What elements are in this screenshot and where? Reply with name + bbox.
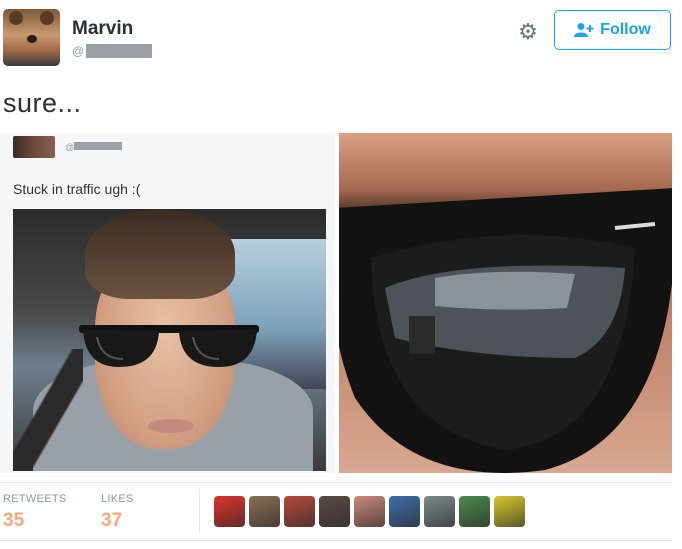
liker-avatar-9[interactable] xyxy=(494,496,525,527)
handle-redacted xyxy=(86,44,152,58)
quoted-handle-prefix: @ xyxy=(65,142,75,152)
retweets-count[interactable]: 35 xyxy=(3,510,24,532)
sunglasses-closeup xyxy=(339,188,672,473)
display-name[interactable]: Marvin xyxy=(72,18,133,40)
likers-avatars xyxy=(214,496,525,527)
liker-avatar-1[interactable] xyxy=(214,496,245,527)
retweets-label[interactable]: RETWEETS xyxy=(3,493,67,505)
user-avatar[interactable] xyxy=(3,9,60,66)
follow-label: Follow xyxy=(600,21,651,38)
liker-avatar-6[interactable] xyxy=(389,496,420,527)
media-image-left[interactable]: @ Stuck in traffic ugh :( xyxy=(0,133,335,473)
avatar-nose xyxy=(27,35,37,43)
media-image-right[interactable] xyxy=(339,133,672,473)
divider xyxy=(0,540,672,541)
liker-avatar-7[interactable] xyxy=(424,496,455,527)
handle-prefix: @ xyxy=(72,44,85,58)
lips xyxy=(148,419,194,433)
quoted-text: Stuck in traffic ugh :( xyxy=(13,181,141,197)
quoted-handle-redacted xyxy=(74,142,122,150)
divider xyxy=(0,482,672,483)
liker-avatar-2[interactable] xyxy=(249,496,280,527)
add-user-icon xyxy=(574,23,594,37)
sunglasses-icon xyxy=(79,325,259,367)
tweet-text: sure... xyxy=(3,88,82,118)
liker-avatar-8[interactable] xyxy=(459,496,490,527)
likes-label[interactable]: LIKES xyxy=(101,493,134,505)
likes-count[interactable]: 37 xyxy=(101,510,122,532)
avatar-ear-right xyxy=(40,11,54,25)
gear-icon[interactable]: ⚙ xyxy=(517,21,539,43)
quoted-avatar xyxy=(13,136,55,158)
hair xyxy=(85,209,235,299)
stats-divider xyxy=(199,489,200,534)
follow-button[interactable]: Follow xyxy=(554,10,671,50)
liker-avatar-5[interactable] xyxy=(354,496,385,527)
liker-avatar-3[interactable] xyxy=(284,496,315,527)
selfie-photo xyxy=(13,209,326,471)
liker-avatar-4[interactable] xyxy=(319,496,350,527)
seatbelt xyxy=(13,349,83,471)
avatar-ear-left xyxy=(9,11,23,25)
